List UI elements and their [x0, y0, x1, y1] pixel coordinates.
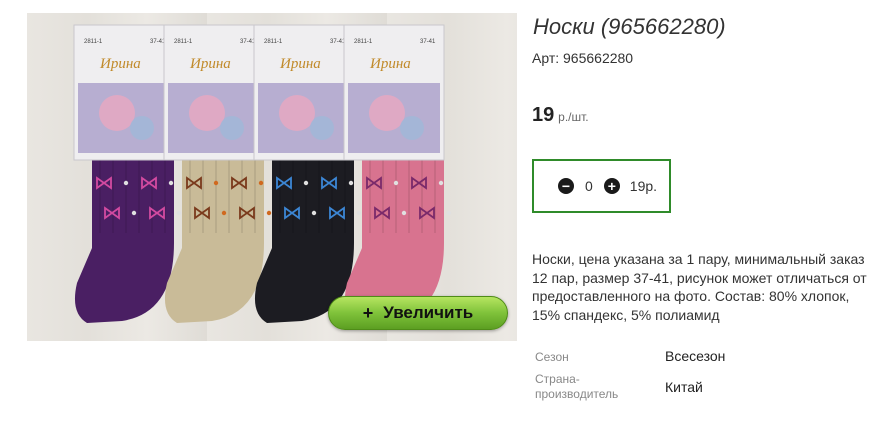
svg-text:Ирина: Ирина	[99, 56, 141, 72]
product-description: Носки, цена указана за 1 пару, минимальн…	[532, 251, 867, 323]
property-value: Китай	[665, 379, 703, 395]
svg-text:2811-1: 2811-1	[264, 39, 283, 45]
zoom-button-label: Увеличить	[383, 303, 474, 322]
price-unit: р./шт.	[558, 110, 589, 124]
socks-illustration: 2811-1 37-41Ирина2811-1 37-41Ирина2811-1 37…	[73, 24, 452, 323]
sock: 2811-1 37-41 Ирина	[343, 24, 452, 323]
product-title: Носки (965662280)	[533, 14, 726, 39]
quantity-selector: − 0 + 19р.	[532, 159, 671, 213]
quantity-value[interactable]: 0	[585, 178, 593, 194]
property-key-line2: производитель	[535, 387, 619, 401]
svg-text:Ирина: Ирина	[279, 56, 321, 72]
property-key: Сезон	[535, 350, 569, 364]
plus-icon: +	[362, 302, 374, 323]
svg-text:Ирина: Ирина	[369, 56, 411, 72]
svg-text:37-41: 37-41	[420, 39, 436, 45]
svg-text:2811-1: 2811-1	[84, 39, 103, 45]
plus-circle-icon[interactable]: +	[603, 178, 620, 194]
property-value: Всесезон	[665, 348, 726, 364]
quantity-sum: 19р.	[629, 178, 658, 194]
product-image[interactable]: 2811-1 37-41 Ирина 2811-1 37-41 Ирина 2811-1 37…	[27, 13, 517, 341]
minus-icon[interactable]: −	[558, 178, 574, 194]
article-number: Арт: 965662280	[532, 50, 634, 66]
zoom-button[interactable]: + Увеличить	[328, 296, 508, 330]
svg-text:2811-1: 2811-1	[174, 39, 193, 45]
svg-text:Ирина: Ирина	[189, 56, 231, 72]
svg-text:2811-1: 2811-1	[354, 39, 373, 45]
price-value: 19	[532, 104, 555, 126]
property-key-line1: Страна-	[535, 372, 580, 386]
price: 19 р./шт.	[532, 104, 589, 127]
